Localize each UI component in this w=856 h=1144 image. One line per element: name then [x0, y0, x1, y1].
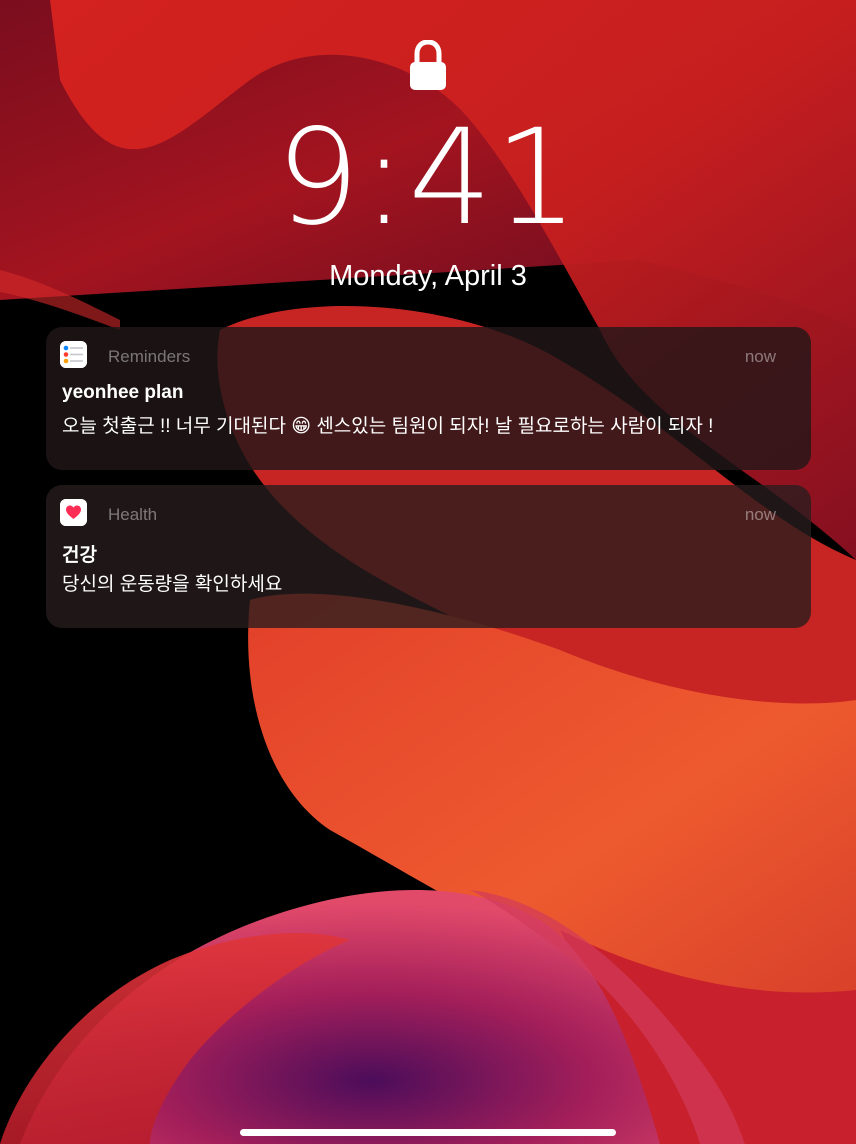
notification-reminders[interactable]: Reminders now yeonhee plan 오늘 첫출근 !! 너무 … — [46, 327, 811, 470]
notification-health[interactable]: Health now 건강 당신의 운동량을 확인하세요 — [46, 485, 811, 628]
notification-title: yeonhee plan — [62, 382, 184, 403]
lock-icon — [410, 40, 446, 90]
notification-time: now — [744, 347, 776, 366]
notification-body: 오늘 첫출근 !! 너무 기대된다 😁 센스있는 팀원이 되자! 날 필요로하는… — [62, 416, 714, 437]
lock-screen-date: Monday, April 3 — [329, 260, 527, 292]
reminders-icon — [60, 341, 87, 368]
notification-app-name: Health — [108, 505, 158, 524]
lock-screen-time: 9:41 — [275, 101, 581, 255]
heart-icon — [60, 499, 87, 526]
home-indicator[interactable] — [240, 1129, 616, 1136]
notification-time: now — [744, 505, 776, 524]
notification-body: 당신의 운동량을 확인하세요 — [62, 574, 283, 595]
notification-title: 건강 — [62, 545, 97, 566]
notification-app-name: Reminders — [108, 347, 191, 366]
